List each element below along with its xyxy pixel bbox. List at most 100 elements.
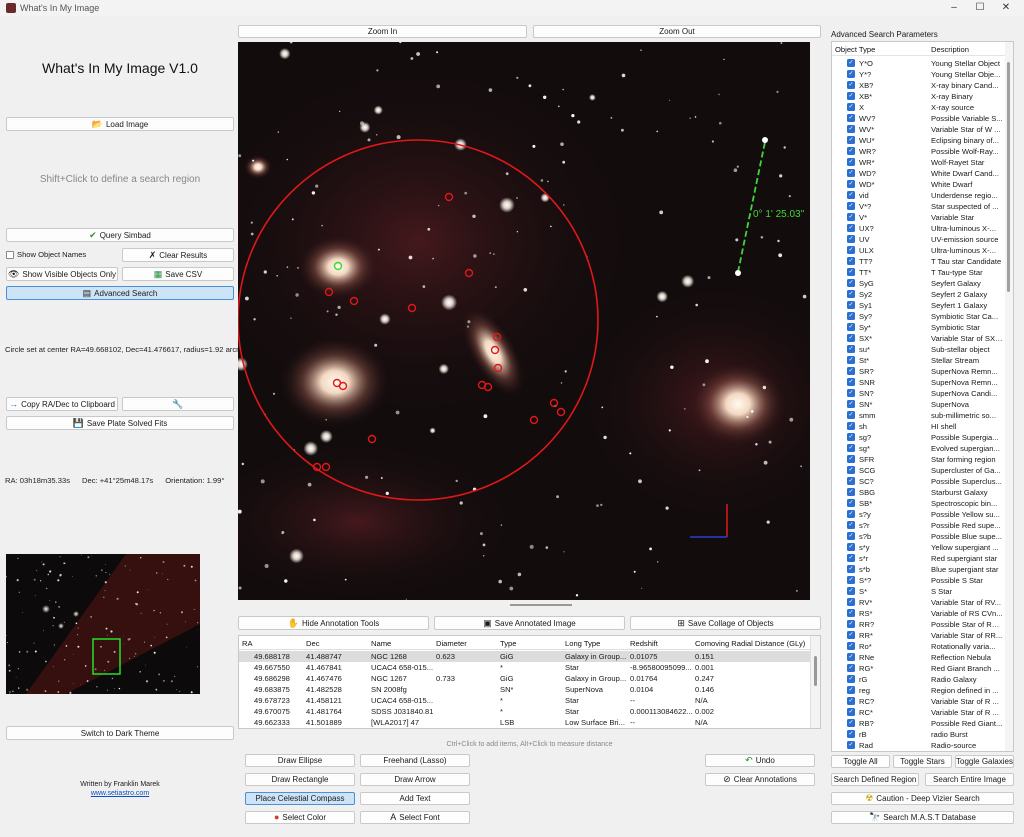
table-row[interactable]: 49.662333 41.501889 [WLA2017] 47 LSB Low Sur… [239,717,811,728]
mini-preview[interactable] [6,554,200,694]
object-type-checkbox[interactable]: ✓ [847,312,855,320]
table-row[interactable]: 49.670075 41.481764 SDSS J031840.81... * Sta… [239,706,811,717]
object-type-checkbox[interactable]: ✓ [847,686,855,694]
object-type-row[interactable]: ✓ s*b Blue supergiant star [832,564,1004,575]
splitter-handle[interactable] [510,604,572,606]
object-type-checkbox[interactable]: ✓ [847,741,855,749]
object-type-row[interactable]: ✓ sg* Evolved supergian... [832,443,1004,454]
object-type-row[interactable]: ✓ SR? SuperNova Remn... [832,366,1004,377]
minimize-icon[interactable]: – [944,1,964,15]
object-type-row[interactable]: ✓ St* Stellar Stream [832,355,1004,366]
col-dec[interactable]: Dec [306,639,320,648]
object-type-checkbox[interactable]: ✓ [847,81,855,89]
object-type-checkbox[interactable]: ✓ [847,521,855,529]
object-type-row[interactable]: ✓ SN? SuperNova Candi... [832,388,1004,399]
measure-endpoint[interactable] [735,270,741,276]
zoom-in-button[interactable]: Zoom In [238,25,527,38]
object-type-row[interactable]: ✓ TT? T Tau star Candidate [832,256,1004,267]
freehand-button[interactable]: Freehand (Lasso) [360,754,470,767]
object-type-checkbox[interactable]: ✓ [847,664,855,672]
object-type-checkbox[interactable]: ✓ [847,279,855,287]
toggle-stars-button[interactable]: Toggle Stars [893,755,952,768]
object-type-row[interactable]: ✓ V* Variable Star [832,212,1004,223]
select-font-button[interactable]: A Select Font [360,811,470,824]
object-type-checkbox[interactable]: ✓ [847,642,855,650]
object-type-row[interactable]: ✓ Sy2 Seyfert 2 Galaxy [832,289,1004,300]
sky-image[interactable]: 0° 1' 25.03" [238,42,810,600]
object-type-row[interactable]: ✓ WU* Eclipsing binary of... [832,135,1004,146]
table-row[interactable]: 49.688178 41.488747 NGC 1268 0.623 GiG Galaxy… [239,651,811,662]
object-type-row[interactable]: ✓ s*r Red supergiant star [832,553,1004,564]
object-type-checkbox[interactable]: ✓ [847,367,855,375]
object-type-checkbox[interactable]: ✓ [847,345,855,353]
object-type-checkbox[interactable]: ✓ [847,609,855,617]
draw-rectangle-button[interactable]: Draw Rectangle [245,773,355,786]
object-type-checkbox[interactable]: ✓ [847,268,855,276]
object-type-scrollbar[interactable] [1005,42,1013,751]
object-type-row[interactable]: ✓ su* Sub-stellar object [832,344,1004,355]
object-type-row[interactable]: ✓ SCG Supercluster of Ga... [832,465,1004,476]
close-icon[interactable]: ✕ [996,1,1016,15]
object-type-row[interactable]: ✓ rB radio Burst [832,729,1004,740]
select-color-button[interactable]: ● Select Color [245,811,355,824]
advanced-search-button[interactable]: ▤ Advanced Search [6,286,234,300]
object-type-checkbox[interactable]: ✓ [847,631,855,639]
object-type-checkbox[interactable]: ✓ [847,543,855,551]
table-row[interactable]: 49.683875 41.482528 SN 2008fg SN* SuperNova 0… [239,684,811,695]
toggle-galaxies-button[interactable]: Toggle Galaxies [955,755,1014,768]
object-type-checkbox[interactable]: ✓ [847,510,855,518]
object-type-checkbox[interactable]: ✓ [847,158,855,166]
col-type[interactable]: Type [500,639,516,648]
object-type-row[interactable]: ✓ s*y Yellow supergiant ... [832,542,1004,553]
object-type-checkbox[interactable]: ✓ [847,246,855,254]
object-type-checkbox[interactable]: ✓ [847,301,855,309]
object-type-checkbox[interactable]: ✓ [847,213,855,221]
object-type-row[interactable]: ✓ SN* SuperNova [832,399,1004,410]
object-type-row[interactable]: ✓ SyG Seyfert Galaxy [832,278,1004,289]
object-type-checkbox[interactable]: ✓ [847,422,855,430]
object-type-row[interactable]: ✓ S*? Possible S Star [832,575,1004,586]
object-type-row[interactable]: ✓ RR* Variable Star of RR... [832,630,1004,641]
object-type-row[interactable]: ✓ WD* White Dwarf [832,179,1004,190]
results-scroll-thumb[interactable] [814,656,817,686]
object-type-checkbox[interactable]: ✓ [847,587,855,595]
search-defined-region-button[interactable]: Search Defined Region [831,773,919,786]
object-type-checkbox[interactable]: ✓ [847,477,855,485]
object-type-checkbox[interactable]: ✓ [847,620,855,628]
object-type-row[interactable]: ✓ Sy* Symbiotic Star [832,322,1004,333]
col-long-type[interactable]: Long Type [565,639,600,648]
object-type-row[interactable]: ✓ UX? Ultra-luminous X-... [832,223,1004,234]
object-type-checkbox[interactable]: ✓ [847,554,855,562]
object-type-row[interactable]: ✓ SFR Star forming region [832,454,1004,465]
copy-radec-button[interactable]: → Copy RA/Dec to Clipboard [6,397,118,411]
object-type-checkbox[interactable]: ✓ [847,202,855,210]
object-type-checkbox[interactable]: ✓ [847,114,855,122]
load-image-button[interactable]: 📂 Load Image [6,117,234,131]
object-type-row[interactable]: ✓ vid Underdense regio... [832,190,1004,201]
object-type-row[interactable]: ✓ s?r Possible Red supe... [832,520,1004,531]
col-name[interactable]: Name [371,639,391,648]
object-type-row[interactable]: ✓ s?y Possible Yellow su... [832,509,1004,520]
table-row[interactable]: 49.678723 41.458121 UCAC4 658-015... * Star -… [239,695,811,706]
object-type-checkbox[interactable]: ✓ [847,257,855,265]
object-type-row[interactable]: ✓ TT* T Tau-type Star [832,267,1004,278]
object-type-checkbox[interactable]: ✓ [847,169,855,177]
object-type-checkbox[interactable]: ✓ [847,653,855,661]
results-scrollbar[interactable] [810,636,820,728]
object-type-checkbox[interactable]: ✓ [847,92,855,100]
object-type-checkbox[interactable]: ✓ [847,334,855,342]
object-type-row[interactable]: ✓ RB? Possible Red Giant... [832,718,1004,729]
hide-annotation-tools-button[interactable]: ✋ Hide Annotation Tools [238,616,429,630]
save-plate-button[interactable]: 💾 Save Plate Solved Fits [6,416,234,430]
deep-vizier-search-button[interactable]: ☢ Caution - Deep Vizier Search [831,792,1014,805]
object-type-checkbox[interactable]: ✓ [847,444,855,452]
object-type-row[interactable]: ✓ XB* X-ray Binary [832,91,1004,102]
clear-results-button[interactable]: ✗ Clear Results [122,248,234,262]
col-object-type[interactable]: Object Type [835,45,875,54]
col-redshift[interactable]: Redshift [630,639,658,648]
object-type-row[interactable]: ✓ ULX Ultra-luminous X-... [832,245,1004,256]
results-table[interactable]: RA Dec Name Diameter Type Long Type Reds… [238,635,821,729]
object-type-row[interactable]: ✓ Sy1 Seyfert 1 Galaxy [832,300,1004,311]
object-type-checkbox[interactable]: ✓ [847,136,855,144]
object-type-checkbox[interactable]: ✓ [847,180,855,188]
